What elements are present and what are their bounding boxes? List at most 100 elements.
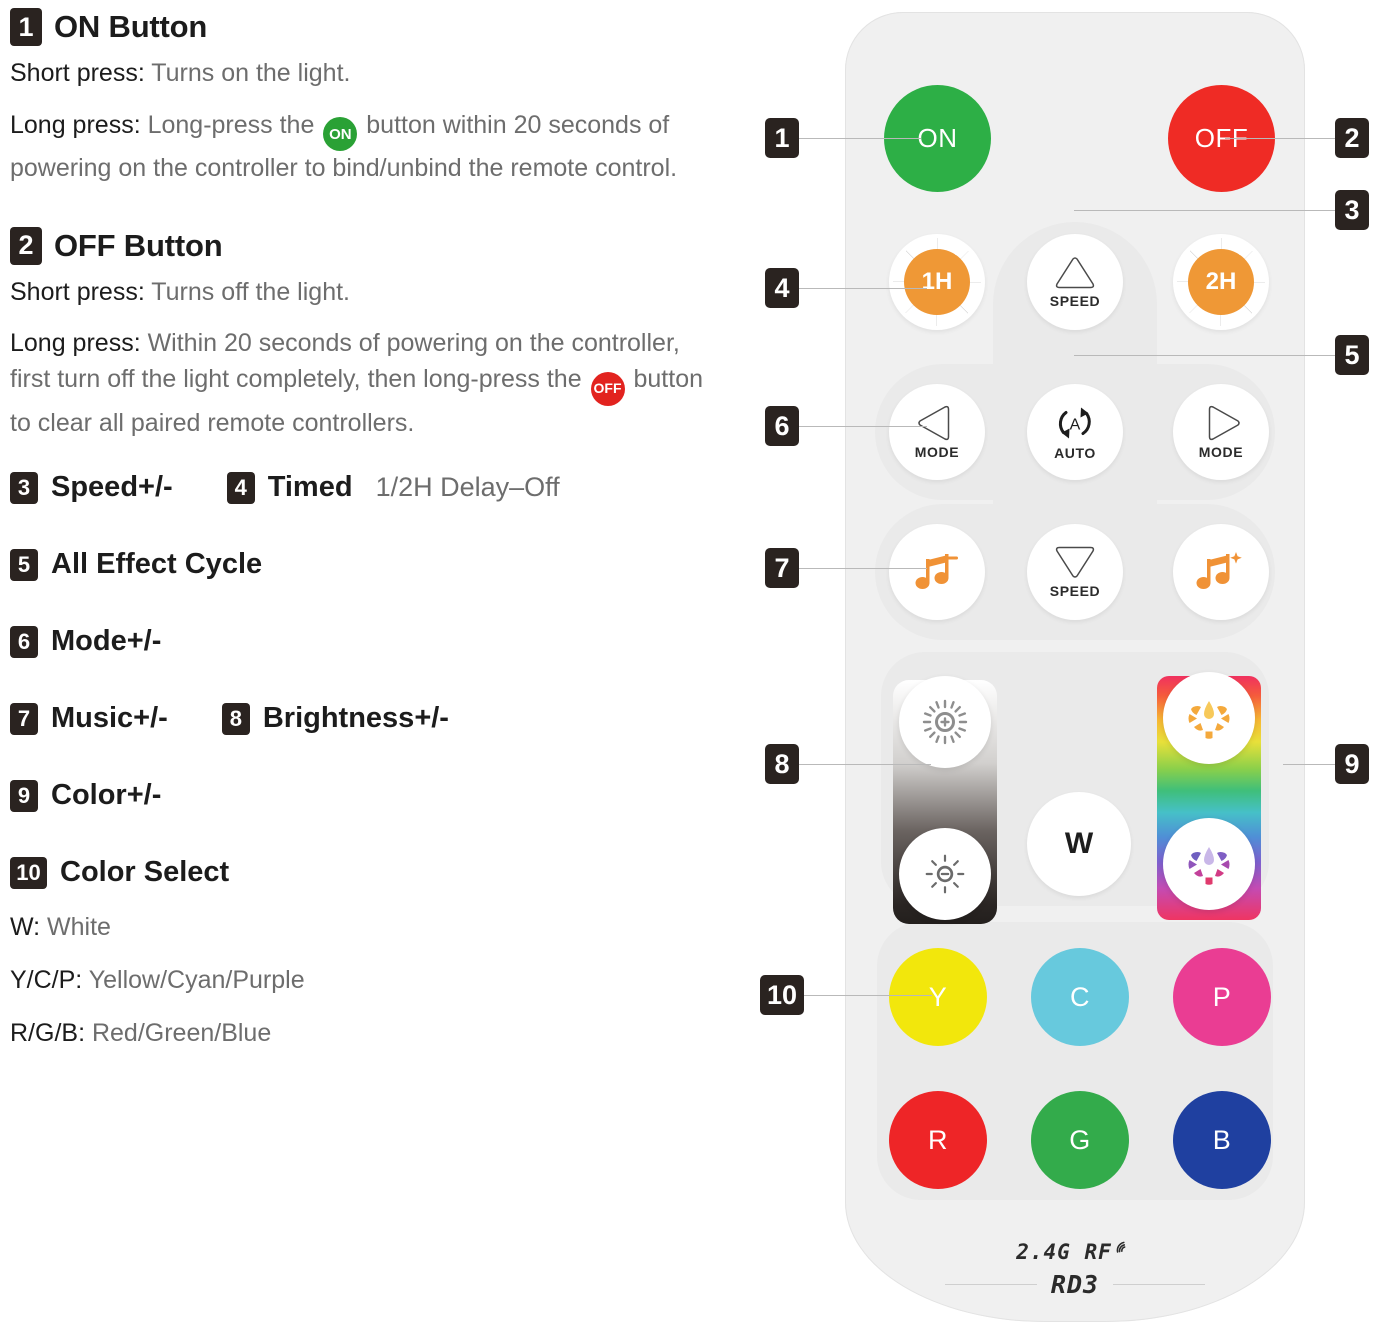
list-number-7: 7 <box>10 702 38 735</box>
color-legend-ycp-key: Y/C/P: <box>10 966 83 995</box>
color-legend-w-key: W: <box>10 913 41 942</box>
triangle-up-icon <box>1055 257 1095 289</box>
list-number-5: 5 <box>10 548 38 581</box>
color-button-red[interactable]: R <box>889 1091 987 1189</box>
speed-up-button[interactable]: SPEED <box>1027 234 1123 330</box>
feature-list: 3 Speed+/- 4 Timed 1/2H Delay–Off 5 All … <box>10 471 710 1046</box>
long-press-label-2: Long press: <box>10 329 141 358</box>
list-row-5: 9 Color+/- <box>10 779 710 812</box>
color-legend-w: W: White <box>10 915 710 940</box>
list-item-9: 9 Color+/- <box>10 779 161 812</box>
model-name: RD3 <box>1050 1270 1100 1299</box>
mode-next-label: MODE <box>1198 444 1244 460</box>
section-number-2: 2 <box>10 226 42 265</box>
list-label-10: Color Select <box>60 856 230 889</box>
list-item-6: 6 Mode+/- <box>10 625 161 658</box>
callout-8: 8 <box>765 744 931 784</box>
callout-6: 6 <box>765 406 927 446</box>
callout-1: 1 <box>765 118 921 158</box>
color-legend-rgb: R/G/B: Red/Green/Blue <box>10 1021 710 1046</box>
mode-next-button[interactable]: MODE <box>1173 384 1269 480</box>
callout-number-3: 3 <box>1335 190 1369 230</box>
callout-leader-1 <box>799 137 921 139</box>
color-button-blue[interactable]: B <box>1173 1091 1271 1189</box>
section-number-1: 1 <box>10 8 42 46</box>
list-row-4: 7 Music+/- 8 Brightness+/- <box>10 702 710 735</box>
music-plus-button[interactable] <box>1173 524 1269 620</box>
callout-5: 5 <box>1074 335 1369 375</box>
instructions-column: 1 ON Button Short press: Turns on the li… <box>10 8 710 1074</box>
section-heading-2: 2 OFF Button <box>10 226 710 265</box>
short-press-text-1: Turns on the light. <box>144 59 351 87</box>
short-press-label-1: Short press: <box>10 59 145 87</box>
model-rule-right <box>1113 1284 1206 1285</box>
short-press-label-2: Short press: <box>10 277 145 306</box>
rf-label: 2.4G RF <box>1016 1240 1112 1264</box>
color-label-cyan: C <box>1070 981 1090 1012</box>
list-number-9: 9 <box>10 779 38 812</box>
color-up-button[interactable] <box>1163 672 1255 764</box>
list-row-6: 10 Color Select <box>10 856 710 889</box>
callout-3: 3 <box>1074 190 1369 230</box>
color-legend-w-value: White <box>40 913 111 942</box>
callout-2: 2 <box>1225 118 1369 158</box>
short-press-text-2: Turns off the light. <box>144 277 350 306</box>
speed-up-label: SPEED <box>1049 293 1101 309</box>
callout-7: 7 <box>765 548 927 588</box>
callout-leader-6 <box>799 425 927 427</box>
callout-leader-10 <box>804 994 932 996</box>
list-row-1: 3 Speed+/- 4 Timed 1/2H Delay–Off <box>10 471 710 504</box>
white-label: W <box>1064 827 1094 860</box>
list-number-10: 10 <box>10 856 47 889</box>
speed-down-label: SPEED <box>1049 583 1101 599</box>
auto-cycle-icon: A <box>1058 407 1091 439</box>
callout-9: 9 <box>1283 744 1369 784</box>
white-color-button[interactable]: W <box>1027 792 1131 896</box>
section-1-long-press: Long press: Long-press the ON button wit… <box>10 108 710 187</box>
section-heading-1: 1 ON Button <box>10 8 710 46</box>
long-press-text-1a: Long-press the <box>140 110 322 139</box>
callout-number-8: 8 <box>765 744 799 784</box>
music-note-plus-icon <box>1196 552 1242 589</box>
auto-cycle-button[interactable]: A AUTO <box>1027 384 1123 480</box>
timer-2h-button[interactable]: 2H <box>1173 234 1269 330</box>
callout-leader-7 <box>799 567 927 569</box>
long-press-label-1: Long press: <box>10 110 141 139</box>
color-down-button[interactable] <box>1163 818 1255 910</box>
model-row: RD3 <box>845 1270 1305 1299</box>
callout-number-10: 10 <box>760 975 804 1015</box>
callout-number-6: 6 <box>765 406 799 446</box>
list-label-6: Mode+/- <box>51 625 162 658</box>
mode-prev-label: MODE <box>914 444 960 460</box>
inline-on-badge: ON <box>323 117 358 152</box>
color-button-cyan[interactable]: C <box>1031 948 1129 1046</box>
section-2-short-press: Short press: Turns off the light. <box>10 275 710 311</box>
color-button-green[interactable]: G <box>1031 1091 1129 1189</box>
color-legend-rgb-value: Red/Green/Blue <box>85 1019 272 1048</box>
timer-2h-dial: 2H <box>1173 234 1269 330</box>
triangle-right-icon <box>1208 405 1240 441</box>
callout-number-9: 9 <box>1335 744 1369 784</box>
color-legend-ycp: Y/C/P: Yellow/Cyan/Purple <box>10 968 710 993</box>
list-item-5: 5 All Effect Cycle <box>10 548 262 581</box>
list-label-3: Speed+/- <box>51 471 173 504</box>
list-row-3: 6 Mode+/- <box>10 625 710 658</box>
callout-4: 4 <box>765 268 927 308</box>
color-label-red: R <box>928 1124 948 1155</box>
list-label-8: Brightness+/- <box>262 702 449 735</box>
color-button-purple[interactable]: P <box>1173 948 1271 1046</box>
list-sub-4: 1/2H Delay–Off <box>375 472 560 503</box>
section-1-short-press: Short press: Turns on the light. <box>10 56 710 92</box>
inline-off-badge: OFF <box>590 371 625 406</box>
wifi-signal-icon <box>1116 1241 1126 1253</box>
callout-leader-4 <box>799 287 927 289</box>
speed-down-button[interactable]: SPEED <box>1027 524 1123 620</box>
list-item-7: 7 Music+/- <box>10 702 168 735</box>
callout-leader-9 <box>1283 763 1335 765</box>
callout-number-2: 2 <box>1335 118 1369 158</box>
timer-2h-label: 2H <box>1188 249 1254 315</box>
callout-leader-8 <box>799 763 931 765</box>
list-item-10: 10 Color Select <box>10 856 229 889</box>
brightness-down-button[interactable] <box>899 828 991 920</box>
section-title-1: ON Button <box>54 9 208 44</box>
